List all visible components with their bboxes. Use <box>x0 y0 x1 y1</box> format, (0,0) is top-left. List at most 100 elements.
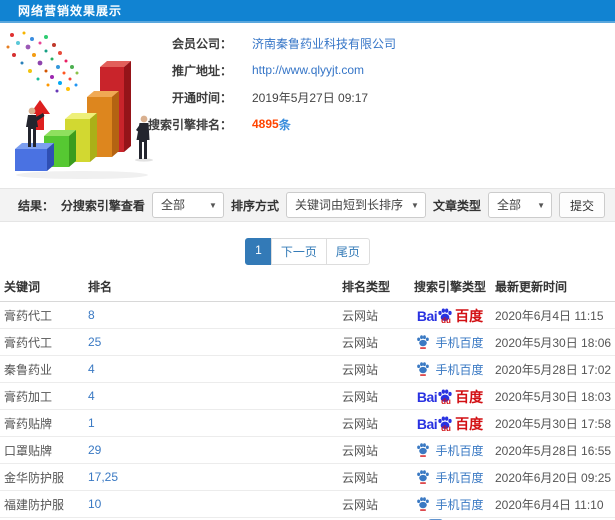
promo-url-label: 推广地址： <box>171 63 232 78</box>
engine-view-select[interactable]: 全部 ▼ <box>151 192 224 218</box>
baidu-logo-du: du <box>441 397 451 406</box>
profile-section: 会员公司： 济南秦鲁药业科技有限公司 推广地址： http://www.qlyy… <box>0 23 615 188</box>
engine-cell: 手机百度 <box>405 442 495 459</box>
chevron-down-icon: ▼ <box>537 201 545 210</box>
mobile-baidu-label: 手机百度 <box>435 362 484 377</box>
col-keyword: 关键词 <box>4 280 41 294</box>
updated-cell: 2020年5月28日 17:02 <box>495 362 612 377</box>
promo-url-link[interactable]: http://www.qlyyjt.com <box>252 63 364 77</box>
engine-rank-label: 搜索引擎排名： <box>147 117 232 132</box>
baidu-paw-icon: du <box>437 415 454 433</box>
baidu-logo[interactable]: Bai du 百度 <box>416 415 484 433</box>
baidu-logo[interactable]: Bai du 百度 <box>416 388 483 406</box>
page-header: 网络营销效果展示 <box>0 0 615 23</box>
engine-cell: 手机百度 <box>405 361 495 378</box>
rank-type-cell: 云网站 <box>342 497 379 512</box>
keyword-cell: 膏药代工 <box>4 308 53 323</box>
chevron-down-icon: ▼ <box>411 201 419 210</box>
rank-link[interactable]: 10 <box>88 497 342 511</box>
baidu-logo-du: du <box>441 316 451 325</box>
updated-cell: 2020年6月4日 11:10 <box>495 497 604 512</box>
open-time-row: 开通时间： 2019年5月27日 09:17 <box>0 89 615 105</box>
promo-url-row: 推广地址： http://www.qlyyjt.com <box>0 62 615 78</box>
rank-link[interactable]: 17,25 <box>88 470 342 484</box>
member-company-label: 会员公司： <box>171 36 232 51</box>
table-row: 膏药贴牌 1 云网站 Bai du 百度 2020年5月30日 17:58 <box>0 410 615 437</box>
col-updated: 最新更新时间 <box>495 280 568 294</box>
mobile-baidu-link[interactable]: 手机百度 <box>416 361 484 378</box>
updated-cell: 2020年5月30日 18:03 <box>495 389 612 404</box>
engine-cell: 手机百度 <box>405 469 495 486</box>
sort-selected: 关键词由短到长排序 <box>294 198 403 212</box>
article-type-select[interactable]: 全部 ▼ <box>487 192 552 218</box>
mobile-baidu-link[interactable]: 手机百度 <box>416 469 484 486</box>
keyword-cell: 口罩贴牌 <box>4 443 53 458</box>
updated-cell: 2020年6月20日 09:25 <box>495 470 612 485</box>
updated-cell: 2020年6月4日 11:15 <box>495 308 604 323</box>
member-company-link[interactable]: 济南秦鲁药业科技有限公司 <box>252 35 396 52</box>
updated-cell: 2020年5月30日 18:06 <box>495 335 612 350</box>
rank-type-cell: 云网站 <box>342 416 379 431</box>
sort-select[interactable]: 关键词由短到长排序 ▼ <box>285 192 426 218</box>
rank-link[interactable]: 4 <box>88 362 342 376</box>
baidu-logo-du: du <box>441 424 451 433</box>
table-row: 膏药代工 8 云网站 Bai du 百度 2020年6月4日 11:15 <box>0 302 615 329</box>
baidu-logo-cn: 百度 <box>455 416 484 432</box>
mobile-baidu-paw-icon <box>416 496 430 512</box>
baidu-logo[interactable]: Bai du 百度 <box>416 307 484 325</box>
chevron-down-icon: ▼ <box>209 201 217 210</box>
baidu-logo-bai: Bai <box>416 416 438 432</box>
table-row: 福建防护服 10 云网站 手机百度 2020年6月4日 11:10 <box>0 491 615 518</box>
filter-bar: 结果： 分搜索引擎查看 全部 ▼ 排序方式 关键词由短到长排序 ▼ 文章类型 全… <box>0 188 615 222</box>
mobile-baidu-label: 手机百度 <box>435 443 484 458</box>
profile-fields: 会员公司： 济南秦鲁药业科技有限公司 推广地址： http://www.qlyy… <box>0 35 615 143</box>
mobile-baidu-link[interactable]: 手机百度 <box>416 496 484 513</box>
table-row: 口罩贴牌 29 云网站 手机百度 2020年5月28日 16:55 <box>0 437 615 464</box>
page-1-button[interactable]: 1 <box>245 238 272 265</box>
rank-link[interactable]: 4 <box>88 389 342 403</box>
article-type-selected: 全部 <box>496 198 521 212</box>
mobile-baidu-link[interactable]: 手机百度 <box>416 334 484 351</box>
engine-view-selected: 全部 <box>160 198 185 212</box>
col-rank-type: 排名类型 <box>342 280 391 294</box>
mobile-baidu-paw-icon <box>416 469 430 485</box>
next-page-button[interactable]: 下一页 <box>270 238 327 265</box>
open-time-value: 2019年5月27日 09:17 <box>252 90 369 105</box>
pagination: 1 下一页 尾页 <box>0 238 615 265</box>
rank-link[interactable]: 8 <box>88 308 342 322</box>
baidu-logo-bai: Bai <box>416 389 438 405</box>
filter-controls: 分搜索引擎查看 全部 ▼ 排序方式 关键词由短到长排序 ▼ 文章类型 全部 ▼ … <box>61 192 605 218</box>
rank-link[interactable]: 1 <box>88 416 342 430</box>
baidu-logo-bai: Bai <box>416 308 438 324</box>
engine-rank-row: 搜索引擎排名： 4895 条 <box>0 116 615 132</box>
baidu-logo-cn: 百度 <box>455 308 484 324</box>
rank-type-cell: 云网站 <box>342 308 379 323</box>
engine-view-label: 分搜索引擎查看 <box>60 198 145 213</box>
col-engine-type: 搜索引擎类型 <box>413 280 486 294</box>
rank-type-cell: 云网站 <box>342 335 379 350</box>
rank-type-cell: 云网站 <box>342 389 379 404</box>
mobile-baidu-link[interactable]: 手机百度 <box>416 442 484 459</box>
engine-cell: Bai du 百度 <box>405 307 495 325</box>
keyword-cell: 膏药贴牌 <box>4 416 53 431</box>
keyword-cell: 金华防护服 <box>4 470 65 485</box>
rank-type-cell: 云网站 <box>342 470 379 485</box>
engine-rank-unit[interactable]: 条 <box>279 116 291 133</box>
result-section-label: 结果： <box>18 198 55 213</box>
keyword-cell: 秦鲁药业 <box>4 362 53 377</box>
article-type-label: 文章类型 <box>432 198 481 213</box>
updated-cell: 2020年5月28日 16:55 <box>495 443 612 458</box>
mobile-baidu-paw-icon <box>416 442 430 458</box>
engine-cell: 手机百度 <box>405 496 495 513</box>
engine-cell: 手机百度 <box>405 334 495 351</box>
rank-link[interactable]: 25 <box>88 335 342 349</box>
table-row: 秦鲁药业 4 云网站 手机百度 2020年5月28日 17:02 <box>0 356 615 383</box>
submit-button[interactable]: 提交 <box>558 192 605 218</box>
last-page-button[interactable]: 尾页 <box>325 238 370 265</box>
rank-link[interactable]: 29 <box>88 443 342 457</box>
mobile-baidu-label: 手机百度 <box>435 497 484 512</box>
mobile-baidu-label: 手机百度 <box>435 335 484 350</box>
table-header: 关键词 排名 排名类型 搜索引擎类型 最新更新时间 <box>0 272 615 302</box>
engine-rank-count: 4895 <box>252 117 279 131</box>
keyword-cell: 膏药加工 <box>4 389 53 404</box>
